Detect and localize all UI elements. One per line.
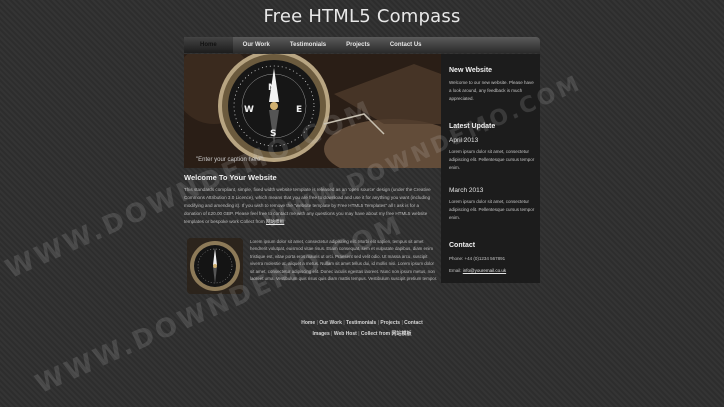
- feature-text: Lorem ipsum dolor sit amet, consectetur …: [250, 239, 438, 282]
- sidebar-new-text: Welcome to our new website. Please have …: [449, 80, 534, 101]
- sidebar-text-2: Lorem ipsum dolor sit amet, consectetur …: [449, 199, 535, 220]
- footer-separator: |: [343, 320, 345, 326]
- sidebar-new-heading: New Website: [449, 67, 493, 74]
- footer-link-our-work[interactable]: Our Work: [319, 320, 342, 326]
- main-nav: Home Our Work Testimonials Projects Cont…: [184, 37, 540, 53]
- compass-thumbnail: [187, 238, 243, 294]
- collect-link[interactable]: 网站模板: [266, 219, 284, 224]
- svg-text:W: W: [244, 105, 254, 115]
- svg-text:N: N: [268, 83, 276, 93]
- footer-collect-link[interactable]: 网站模板: [391, 331, 411, 337]
- footer-link-images[interactable]: Images: [313, 331, 330, 337]
- nav-testimonials[interactable]: Testimonials: [280, 37, 336, 53]
- site-title: Free HTML5 Compass: [263, 6, 461, 27]
- footer-link-testimonials[interactable]: Testimonials: [346, 320, 376, 326]
- footer-link-contact[interactable]: Contact: [404, 320, 423, 326]
- sidebar: New Website Welcome to our new website. …: [441, 54, 540, 283]
- footer-line-1: Home | Our Work | Testimonials | Project…: [280, 318, 444, 329]
- footer-link-projects[interactable]: Projects: [380, 320, 400, 326]
- email-label: Email:: [449, 268, 462, 273]
- sidebar-email: Email: info@youremail.co.uk: [449, 267, 537, 275]
- nav-contact-us[interactable]: Contact Us: [380, 37, 432, 53]
- footer-link-home[interactable]: Home: [301, 320, 315, 326]
- sidebar-text-1: Lorem ipsum dolor sit amet, consectetur …: [449, 149, 535, 170]
- welcome-text: This standards compliant, simple, fixed …: [184, 186, 436, 226]
- sidebar-phone: Phone: +44 (0)1234 567891: [449, 256, 506, 261]
- footer-separator: |: [401, 320, 403, 326]
- footer-separator: |: [377, 320, 379, 326]
- compass-image: N W E S: [184, 54, 441, 168]
- footer: Home | Our Work | Testimonials | Project…: [280, 318, 444, 340]
- sidebar-date-2: March 2013: [449, 187, 484, 194]
- hero-slideshow: N W E S "Enter your caption here": [184, 54, 441, 168]
- footer-separator: |: [316, 320, 318, 326]
- footer-collect-label: Collect from: [360, 331, 391, 337]
- nav-our-work[interactable]: Our Work: [233, 37, 280, 53]
- footer-line-2: Images | Web Host | Collect from 网站模板: [280, 329, 444, 340]
- svg-text:E: E: [296, 105, 302, 115]
- sidebar-contact-heading: Contact: [449, 242, 476, 249]
- svg-text:S: S: [270, 129, 276, 139]
- nav-home[interactable]: Home: [184, 37, 233, 53]
- email-link[interactable]: info@youremail.co.uk: [463, 268, 506, 273]
- welcome-title: Welcome To Your Website: [184, 173, 277, 182]
- welcome-paragraph: This standards compliant, simple, fixed …: [184, 187, 431, 224]
- footer-separator: |: [358, 331, 360, 337]
- nav-projects[interactable]: Projects: [336, 37, 380, 53]
- sidebar-latest-heading: Latest Update: [449, 123, 496, 130]
- footer-separator: |: [331, 331, 333, 337]
- hero-caption: "Enter your caption here": [196, 157, 263, 163]
- sidebar-date-1: April 2013: [449, 137, 479, 144]
- footer-link-web-host[interactable]: Web Host: [334, 331, 357, 337]
